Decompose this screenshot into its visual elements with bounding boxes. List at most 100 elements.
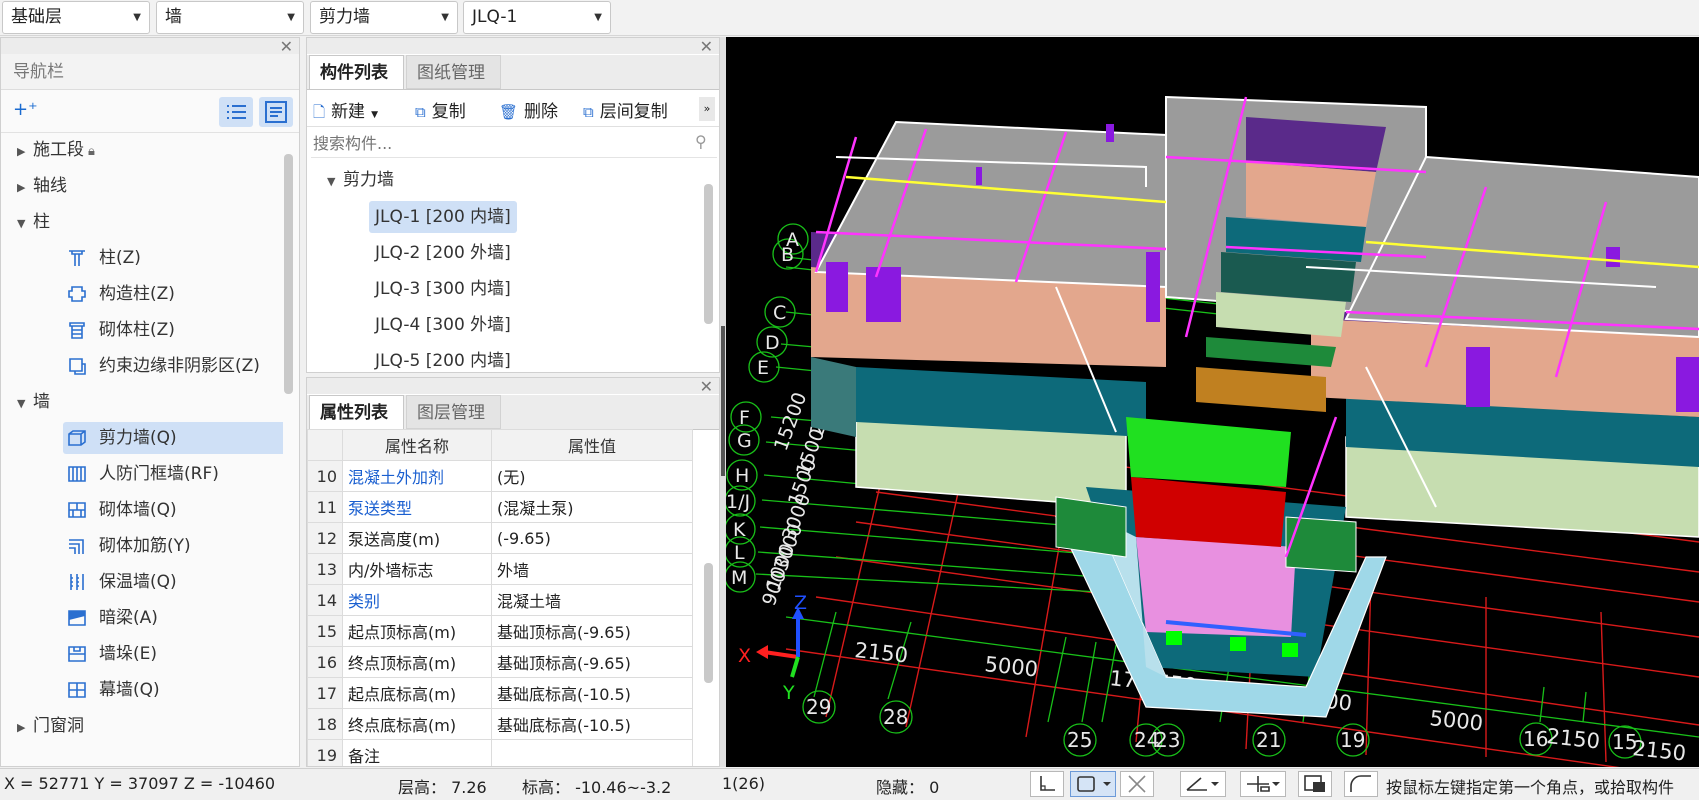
- table-row[interactable]: 12 泵送高度(m) (-9.65): [307, 522, 693, 554]
- property-value[interactable]: (无): [491, 460, 693, 492]
- orthogonal-snap-icon[interactable]: [1030, 771, 1064, 797]
- floor-select[interactable]: 基础层 ▼: [2, 1, 150, 34]
- nav-item-constraint-edge[interactable]: 约束边缘非阴影区(Z): [67, 350, 260, 382]
- close-icon[interactable]: ✕: [700, 38, 713, 56]
- nav-item-curtain-wall[interactable]: 幕墙(Q): [67, 674, 160, 706]
- table-row[interactable]: 16 终点顶标高(m) 基础顶标高(-9.65): [307, 646, 693, 678]
- overflow-chevron-icon[interactable]: »: [699, 97, 715, 121]
- insulation-wall-icon: [70, 574, 84, 590]
- tab-component-list[interactable]: 构件列表: [309, 55, 404, 89]
- box-select-icon[interactable]: [1070, 771, 1116, 797]
- chevron-down-icon: ▼: [133, 12, 141, 23]
- property-value[interactable]: 基础底标高(-10.5): [491, 677, 693, 709]
- status-bar: X = 52771 Y = 37097 Z = -10460 层高： 7.26 …: [0, 768, 1699, 798]
- table-row[interactable]: 10 混凝土外加剂 (无): [307, 460, 693, 492]
- property-name: 类别: [342, 584, 492, 616]
- list-view-icon[interactable]: [219, 97, 253, 127]
- property-value[interactable]: 基础顶标高(-9.65): [491, 646, 693, 678]
- arc-snap-icon[interactable]: [1344, 771, 1378, 797]
- nav-item-column-group[interactable]: ▼ 柱: [17, 206, 50, 238]
- detail-view-icon[interactable]: [259, 97, 293, 127]
- column-icon: [69, 250, 85, 266]
- offset-snap-icon[interactable]: [1240, 771, 1286, 797]
- copy-button[interactable]: ⧉ 复制: [415, 97, 466, 122]
- property-value[interactable]: 基础底标高(-10.5): [491, 708, 693, 740]
- nav-item-structural-column[interactable]: 构造柱(Z): [67, 278, 175, 310]
- nav-item-insulation-wall[interactable]: 保温墙(Q): [67, 566, 177, 598]
- property-value[interactable]: [491, 739, 693, 766]
- nav-item-column[interactable]: 柱(Z): [67, 242, 141, 274]
- add-sparkle-icon[interactable]: +⁺: [13, 99, 38, 120]
- tab-property-list[interactable]: 属性列表: [309, 395, 404, 429]
- type-select[interactable]: 剪力墙 ▼: [310, 1, 458, 34]
- axis-number: 29: [806, 695, 831, 719]
- component-item[interactable]: JLQ-3 [300 内墙]: [369, 273, 517, 305]
- row-number: 16: [307, 646, 343, 678]
- property-name: 泵送高度(m): [342, 522, 492, 554]
- nav-item-label: 暗梁(A): [99, 608, 158, 628]
- property-value[interactable]: (-9.65): [491, 522, 693, 554]
- component-scrollbar[interactable]: [704, 184, 713, 324]
- component-item[interactable]: JLQ-5 [200 内墙]: [369, 345, 517, 371]
- nav-item-wall-group[interactable]: ▼ 墙: [17, 386, 50, 418]
- 3d-model-canvas[interactable]: A B C D E F G H 1/J K L M 29 28 25 24 23…: [726, 37, 1699, 767]
- display-toggle-icon[interactable]: [1298, 771, 1332, 797]
- cross-snap-icon[interactable]: [1120, 771, 1154, 797]
- row-number: 17: [307, 677, 343, 709]
- nav-item-construction-section[interactable]: ▶ 施工段 🔒︎: [17, 134, 95, 166]
- copy-icon: ⧉: [415, 103, 426, 121]
- nav-item-wall-pier[interactable]: 墙垛(E): [67, 638, 157, 670]
- component-search: ⚲: [311, 128, 717, 158]
- table-row[interactable]: 19 备注: [307, 739, 693, 766]
- component-item[interactable]: JLQ-4 [300 外墙]: [369, 309, 517, 341]
- tab-drawing-management[interactable]: 图纸管理: [406, 55, 501, 89]
- angle-snap-icon[interactable]: [1180, 771, 1226, 797]
- nav-item-masonry-wall[interactable]: 砌体墙(Q): [67, 494, 177, 526]
- property-name: 混凝土外加剂: [342, 460, 492, 492]
- nav-scrollbar[interactable]: [284, 154, 293, 394]
- floor-copy-icon: ⧉: [583, 103, 594, 121]
- floor-copy-button[interactable]: ⧉ 层间复制: [583, 97, 668, 122]
- 3d-viewport[interactable]: A B C D E F G H 1/J K L M 29 28 25 24 23…: [726, 37, 1699, 767]
- nav-item-axis[interactable]: ▶ 轴线: [17, 170, 67, 202]
- splitter-handle[interactable]: [721, 326, 725, 476]
- component-search-input[interactable]: [311, 130, 691, 156]
- component-item[interactable]: JLQ-1 [200 内墙]: [369, 201, 517, 233]
- nav-item-civil-defense-wall[interactable]: 人防门框墙(RF): [67, 458, 219, 490]
- nav-item-shear-wall[interactable]: 剪力墙(Q): [63, 422, 283, 454]
- masonry-rebar-icon: [69, 539, 84, 554]
- axis-gizmo: X Z Y: [738, 592, 807, 704]
- property-value[interactable]: 混凝土墙: [491, 584, 693, 616]
- component-select[interactable]: JLQ-1 ▼: [463, 1, 611, 34]
- table-row[interactable]: 18 终点底标高(m) 基础底标高(-10.5): [307, 708, 693, 740]
- table-row[interactable]: 14 类别 混凝土墙: [307, 584, 693, 616]
- building-model[interactable]: [811, 95, 1699, 718]
- delete-button[interactable]: 🗑︎ 删除: [499, 97, 558, 122]
- property-scrollbar[interactable]: [704, 563, 713, 683]
- component-item[interactable]: JLQ-2 [200 外墙]: [369, 237, 517, 269]
- property-value[interactable]: 外墙: [491, 553, 693, 585]
- table-header-row: 属性名称 属性值: [307, 429, 693, 461]
- nav-item-label: 砌体加筋(Y): [99, 536, 191, 556]
- nav-item-label: 约束边缘非阴影区(Z): [99, 356, 260, 376]
- new-button[interactable]: 🗋︎ 新建 ▼: [313, 97, 378, 127]
- wall-pier-icon: [68, 646, 86, 662]
- nav-item-masonry-rebar[interactable]: 砌体加筋(Y): [67, 530, 191, 562]
- table-row[interactable]: 11 泵送类型 (混凝土泵): [307, 491, 693, 523]
- component-group-shear-wall[interactable]: ▼ 剪力墙: [327, 164, 394, 196]
- nav-item-masonry-column[interactable]: 砌体柱(Z): [67, 314, 175, 346]
- axis-number: 19: [1340, 728, 1365, 752]
- table-row[interactable]: 13 内/外墙标志 外墙: [307, 553, 693, 585]
- table-row[interactable]: 17 起点底标高(m) 基础底标高(-10.5): [307, 677, 693, 709]
- property-value[interactable]: 基础顶标高(-9.65): [491, 615, 693, 647]
- triangle-right-icon: ▶: [17, 721, 26, 734]
- table-row[interactable]: 15 起点顶标高(m) 基础顶标高(-9.65): [307, 615, 693, 647]
- close-icon[interactable]: ✕: [700, 378, 713, 396]
- nav-item-hidden-beam[interactable]: 暗梁(A): [67, 602, 158, 634]
- property-value[interactable]: (混凝土泵): [491, 491, 693, 523]
- chevron-down-icon: ▼: [371, 110, 378, 120]
- top-toolbar: 基础层 ▼ 墙 ▼ 剪力墙 ▼ JLQ-1 ▼: [0, 0, 1699, 36]
- category-select[interactable]: 墙 ▼: [156, 1, 304, 34]
- nav-item-door-window[interactable]: ▶ 门窗洞: [17, 710, 84, 742]
- tab-layer-management[interactable]: 图层管理: [406, 395, 501, 429]
